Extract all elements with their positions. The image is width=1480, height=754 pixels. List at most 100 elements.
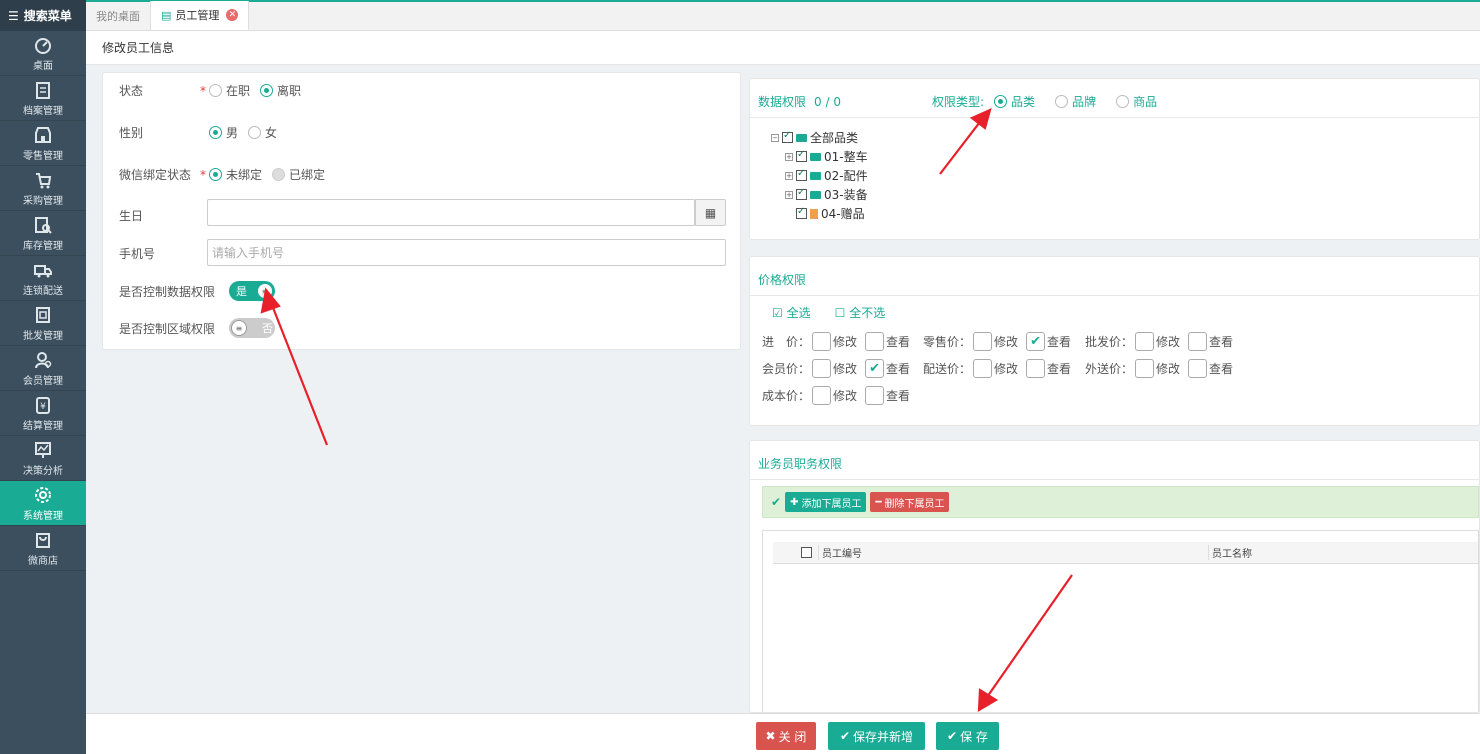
sidebar-item[interactable]: ¥ 结算管理	[0, 391, 86, 436]
price-edit-checkbox[interactable]: 修改	[1135, 332, 1180, 351]
sidebar-item[interactable]: 微商店	[0, 526, 86, 571]
perm-type-product[interactable]: 商品	[1116, 93, 1157, 110]
wechat-option-label: 已绑定	[289, 168, 326, 182]
area-perm-toggle[interactable]: ≡ 否	[229, 318, 275, 338]
tree-node[interactable]: + 01-整车	[785, 148, 868, 165]
birthday-row: 生日	[119, 207, 195, 224]
column-header-employee-id: 员工编号	[818, 545, 1208, 560]
perm-type-brand[interactable]: 品牌	[1055, 93, 1096, 110]
tree-checkbox[interactable]	[796, 168, 807, 181]
price-edit-checkbox[interactable]: 修改	[973, 332, 1018, 351]
required-mark: *	[200, 167, 206, 182]
price-view-checkbox[interactable]: ✔ 查看	[1026, 332, 1071, 351]
price-view-checkbox[interactable]: 查看	[1188, 359, 1233, 378]
sidebar-item[interactable]: 会员管理	[0, 346, 86, 391]
tab-employee-management[interactable]: ▤ 员工管理 ✕	[151, 1, 250, 30]
edit-label: 修改	[1156, 335, 1181, 349]
select-none-button[interactable]: ☐ 全不选	[835, 304, 886, 321]
price-view-checkbox[interactable]: 查看	[1026, 359, 1071, 378]
radio-checked-icon	[260, 84, 274, 97]
divider	[750, 295, 1479, 296]
gender-radio-male[interactable]: 男	[209, 124, 238, 141]
price-perm-label: 外送价：	[1085, 362, 1134, 376]
price-view-checkbox[interactable]: 查看	[1188, 332, 1233, 351]
checkbox-icon	[865, 386, 885, 405]
add-subordinate-button[interactable]: ✚ 添加下属员工	[785, 492, 867, 512]
sidebar-item-label: 零售管理	[23, 150, 63, 162]
delete-subordinate-button[interactable]: ━ 删除下属员工	[870, 492, 950, 512]
price-edit-checkbox[interactable]: 修改	[812, 359, 857, 378]
tree-checkbox[interactable]	[796, 149, 807, 162]
expand-icon[interactable]: +	[785, 190, 793, 199]
radio-checked-icon	[209, 168, 222, 181]
price-view-checkbox[interactable]: 查看	[865, 386, 910, 405]
tree-node[interactable]: 04-赠品	[796, 205, 865, 222]
tab-desktop[interactable]: 我的桌面	[86, 1, 151, 30]
expand-icon[interactable]: +	[785, 152, 793, 161]
tree-node[interactable]: + 02-配件	[785, 167, 868, 184]
price-view-checkbox[interactable]: 查看	[865, 332, 910, 351]
save-and-new-button[interactable]: ✔ 保存并新增	[828, 722, 925, 750]
price-perm-row: 批发价： 修改 查看	[1085, 332, 1233, 351]
sidebar-item[interactable]: 批发管理	[0, 301, 86, 346]
sidebar: ☰ 搜索菜单 桌面 档案管理零售管理采购管理 库存管理 连锁配送批发管理会员管理 ¥ 结算…	[0, 0, 86, 754]
analysis-icon	[35, 441, 51, 458]
price-view-checkbox[interactable]: ✔ 查看	[865, 359, 910, 378]
toggle-knob-icon: ≡	[257, 283, 273, 299]
birthday-input[interactable]	[207, 199, 695, 226]
status-radio-left[interactable]: 离职	[260, 82, 301, 99]
status-option-label: 在职	[226, 84, 251, 98]
select-all-checkbox[interactable]	[801, 547, 812, 558]
close-icon[interactable]: ✕	[226, 9, 239, 21]
checkbox-icon	[973, 359, 992, 378]
checkbox-icon	[812, 359, 831, 378]
phone-input[interactable]: 请输入手机号	[207, 239, 726, 266]
price-edit-checkbox[interactable]: 修改	[1135, 359, 1180, 378]
sidebar-item[interactable]: 档案管理	[0, 76, 86, 121]
biz-toolbar: ✔ ✚ 添加下属员工 ━ 删除下属员工	[762, 486, 1479, 518]
tree-checkbox[interactable]	[796, 187, 807, 200]
svg-text:¥: ¥	[40, 402, 46, 412]
collapse-icon[interactable]: −	[771, 133, 779, 142]
required-mark: *	[200, 83, 206, 98]
sidebar-item[interactable]: 系统管理	[0, 481, 86, 526]
gender-radio-female[interactable]: 女	[248, 124, 277, 141]
tree-node-root[interactable]: − 全部品类	[771, 129, 858, 146]
wechat-radio-bound[interactable]: 已绑定	[272, 166, 325, 183]
price-edit-checkbox[interactable]: 修改	[812, 332, 857, 351]
sidebar-item[interactable]: 零售管理	[0, 121, 86, 166]
status-radio-active[interactable]: 在职	[209, 82, 250, 99]
sidebar-item-label: 批发管理	[23, 330, 63, 342]
tree-node[interactable]: + 03-装备	[785, 186, 868, 203]
square-icon: ☐	[834, 306, 846, 320]
tree-checkbox[interactable]	[782, 130, 793, 143]
select-all-button[interactable]: ☑ 全选	[772, 304, 811, 321]
sidebar-item[interactable]: 库存管理	[0, 211, 86, 256]
data-perm-toggle[interactable]: 是 ≡	[229, 281, 275, 301]
save-button[interactable]: ✔ 保 存	[936, 722, 999, 750]
checkbox-icon: ✔	[865, 359, 885, 378]
expand-icon[interactable]: +	[785, 171, 793, 180]
edit-label: 修改	[994, 362, 1019, 376]
price-perm-row: 进 价： 修改 查看	[762, 332, 910, 351]
price-edit-checkbox[interactable]: 修改	[973, 359, 1018, 378]
calendar-icon: ▦	[704, 205, 717, 220]
sidebar-item[interactable]: 桌面	[0, 31, 86, 76]
checkbox-icon	[1135, 332, 1154, 351]
sidebar-item[interactable]: 决策分析	[0, 436, 86, 481]
divider	[750, 479, 1479, 480]
sidebar-item[interactable]: 采购管理	[0, 166, 86, 211]
tree-checkbox[interactable]	[796, 206, 807, 219]
wechat-radio-unbound[interactable]: 未绑定	[209, 166, 262, 183]
perm-type-category[interactable]: 品类	[994, 93, 1035, 110]
price-edit-checkbox[interactable]: 修改	[812, 386, 857, 405]
perm-type-label: 权限类型:	[932, 95, 985, 109]
close-button[interactable]: ✖ 关 闭	[756, 722, 816, 750]
folder-icon	[810, 190, 821, 199]
sidebar-item[interactable]: 连锁配送	[0, 256, 86, 301]
menu-search[interactable]: ☰ 搜索菜单	[0, 0, 86, 31]
gender-option-label: 女	[265, 126, 278, 140]
calendar-button[interactable]: ▦	[695, 199, 726, 226]
price-perm-label: 会员价：	[762, 362, 811, 376]
sidebar-item-label: 微商店	[28, 555, 58, 567]
